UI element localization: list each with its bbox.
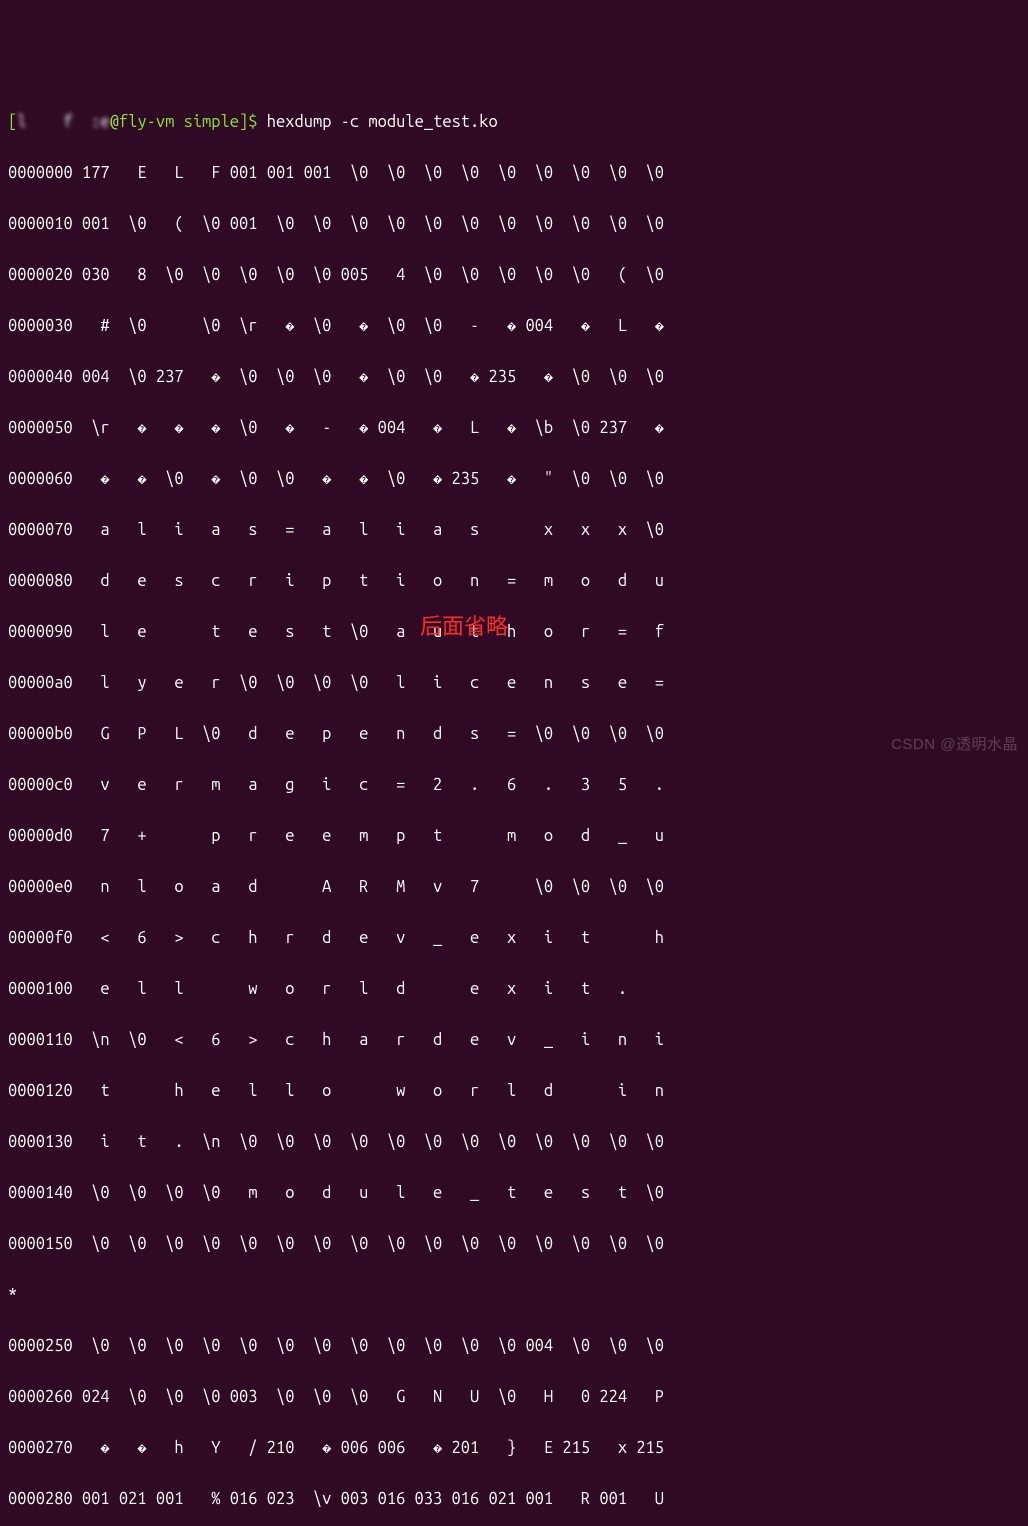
hexdump-row: 0000100 e l l w o r l d e x i t . [8,977,1020,1003]
hexdump-row: 0000260 024 \0 \0 \0 003 \0 \0 \0 G N U … [8,1385,1020,1411]
hexdump-row: 0000140 \0 \0 \0 \0 m o d u l e _ t e s … [8,1181,1020,1207]
hexdump-row: 0000060 � � \0 � \0 \0 � � \0 � 235 � " … [8,467,1020,493]
prompt-open: [ [8,113,17,131]
hexdump-row: 0000270 � � h Y / 210 � 006 006 � 201 } … [8,1436,1020,1462]
hexdump-row: 0000110 \n \0 < 6 > c h a r d e v _ i n … [8,1028,1020,1054]
hexdump-row: 0000040 004 \0 237 � \0 \0 \0 � \0 \0 � … [8,365,1020,391]
hexdump-star: * [8,1283,1020,1309]
hexdump-row: 0000280 001 021 001 % 016 023 \v 003 016… [8,1487,1020,1513]
hexdump-row: 0000070 a l i a s = a l i a s x x x \0 [8,518,1020,544]
hexdump-row: 00000d0 7 + p r e e m p t m o d _ u [8,824,1020,850]
hexdump-row: 00000b0 G P L \0 d e p e n d s = \0 \0 \… [8,722,1020,748]
hexdump-row: 0000130 i t . \n \0 \0 \0 \0 \0 \0 \0 \0… [8,1130,1020,1156]
prompt-line[interactable]: [l f :e@fly-vm simple]$ hexdump -c modul… [8,110,1020,136]
command-text: hexdump -c module_test.ko [267,113,498,131]
hexdump-row: 0000250 \0 \0 \0 \0 \0 \0 \0 \0 \0 \0 \0… [8,1334,1020,1360]
hexdump-row: 0000120 t h e l l o w o r l d i n [8,1079,1020,1105]
hexdump-row: 00000c0 v e r m a g i c = 2 . 6 . 3 5 . [8,773,1020,799]
prompt-user-blur: l f :e [17,113,109,131]
hexdump-row: 0000050 \r � � � \0 � - � 004 � L � \b \… [8,416,1020,442]
hexdump-row: 00000e0 n l o a d A R M v 7 \0 \0 \0 \0 [8,875,1020,901]
hexdump-row: 0000080 d e s c r i p t i o n = m o d u [8,569,1020,595]
prompt-user: @fly-vm simple [110,113,239,131]
prompt-close: ]$ [239,113,267,131]
hexdump-row: 00000a0 l y e r \0 \0 \0 \0 l i c e n s … [8,671,1020,697]
hexdump-row: 0000090 l e t e s t \0 a u t h o r = f [8,620,1020,646]
hexdump-row: 0000030 # \0 \0 \r � \0 � \0 \0 - � 004 … [8,314,1020,340]
hexdump-row: 0000010 001 \0 ( \0 001 \0 \0 \0 \0 \0 \… [8,212,1020,238]
hexdump-row: 0000150 \0 \0 \0 \0 \0 \0 \0 \0 \0 \0 \0… [8,1232,1020,1258]
hexdump-row: 00000f0 < 6 > c h r d e v _ e x i t h [8,926,1020,952]
hexdump-row: 0000020 030 8 \0 \0 \0 \0 \0 005 4 \0 \0… [8,263,1020,289]
hexdump-row: 0000000 177 E L F 001 001 001 \0 \0 \0 \… [8,161,1020,187]
